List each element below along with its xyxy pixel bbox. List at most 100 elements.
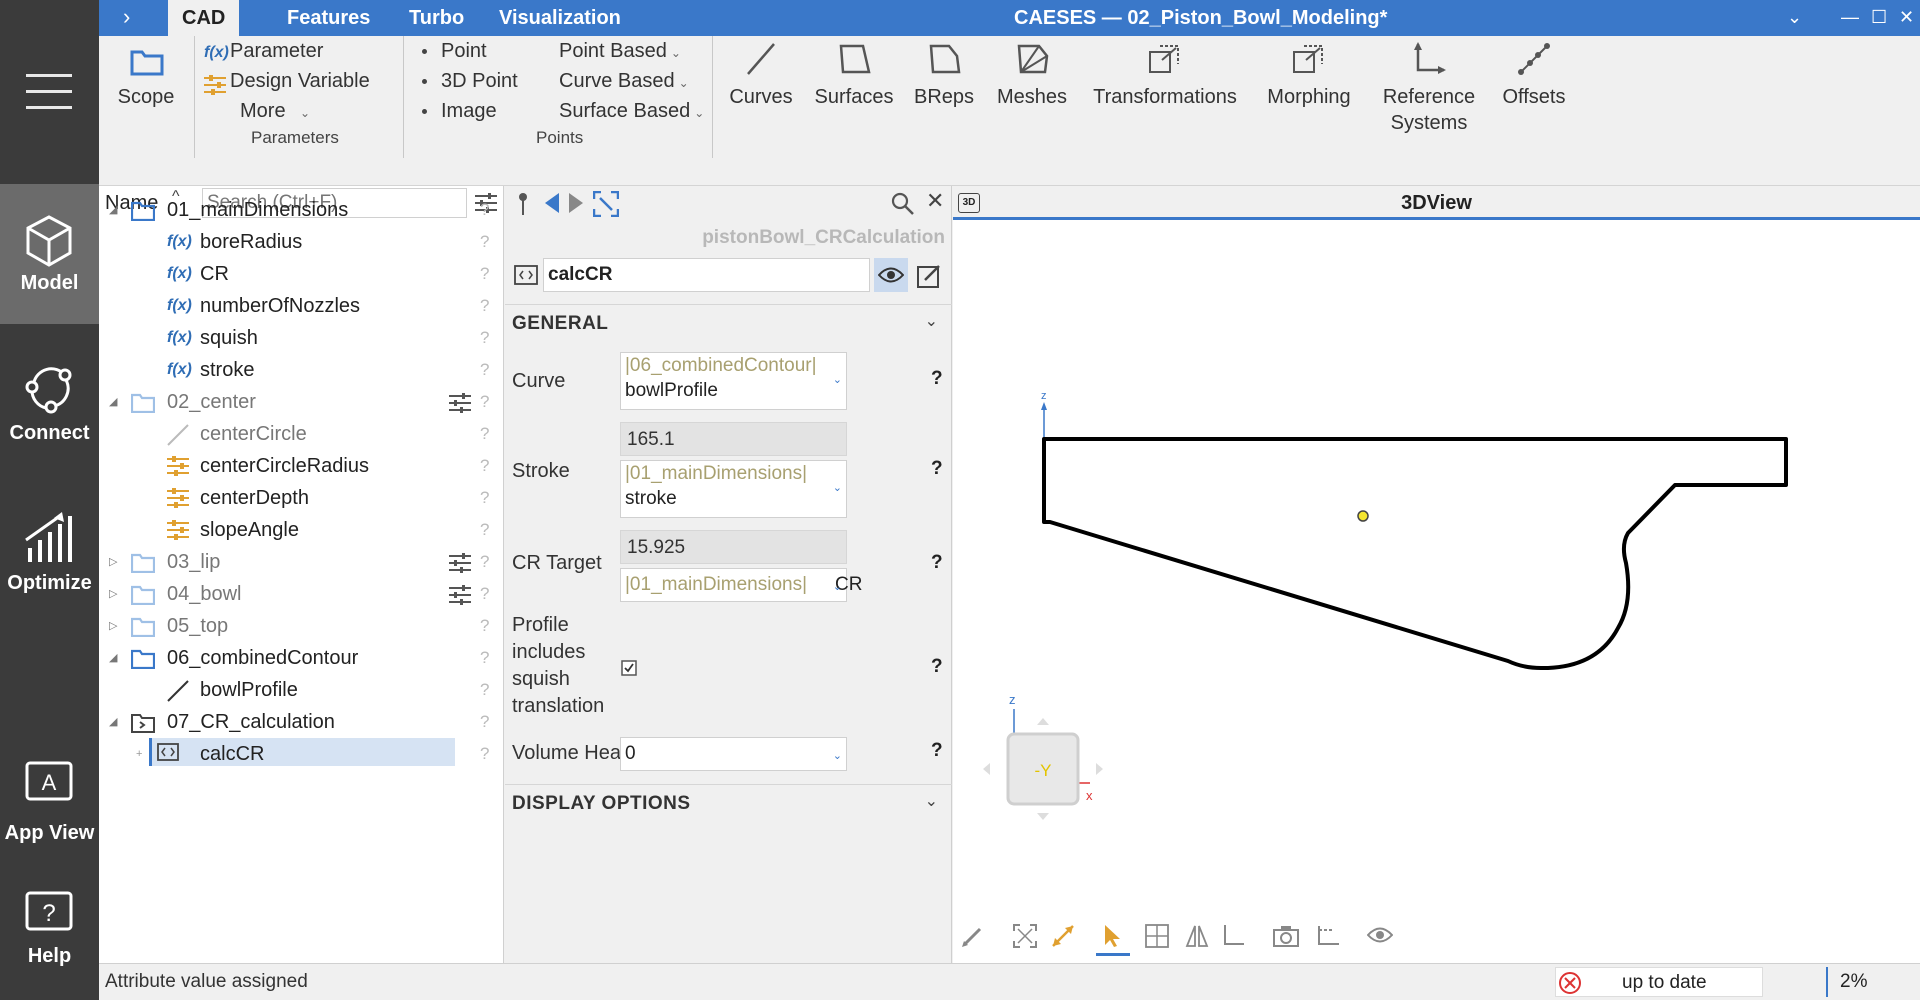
help-question-icon[interactable]: ? xyxy=(931,656,943,678)
stroke-field[interactable]: |01_mainDimensions| stroke ⌄ xyxy=(620,460,847,518)
expand-chevron-icon[interactable]: › xyxy=(123,4,130,30)
surface-based-button[interactable]: Surface Based ⌄ xyxy=(559,100,704,123)
squish-checkbox[interactable] xyxy=(621,660,637,676)
bowl-profile-curve[interactable] xyxy=(1042,437,1788,670)
point-3d-button[interactable]: 3D Point xyxy=(422,70,518,93)
rail-item-app-view[interactable]: A App View xyxy=(0,730,99,870)
help-question-icon[interactable]: ? xyxy=(480,706,489,738)
surfaces-button[interactable]: Surfaces xyxy=(809,40,899,124)
collapse-toggle-icon[interactable]: ◢ xyxy=(109,194,117,226)
image-button[interactable]: Image xyxy=(422,100,497,123)
volume-head-input[interactable]: 0 ⌄ xyxy=(620,737,847,771)
tab-visualization[interactable]: Visualization xyxy=(485,0,635,36)
forward-arrow-icon[interactable] xyxy=(567,192,585,214)
design-variable-settings-icon[interactable] xyxy=(449,552,471,574)
help-question-icon[interactable]: ? xyxy=(480,578,489,610)
parameter-button[interactable]: f(x) Parameter xyxy=(204,40,374,70)
camera-icon[interactable] xyxy=(1273,924,1299,948)
collapse-toggle-icon[interactable]: ◢ xyxy=(109,386,117,418)
display-options-section-header[interactable]: DISPLAY OPTIONS ⌄ xyxy=(505,784,952,820)
help-question-icon[interactable]: ? xyxy=(480,642,489,674)
tree-row-folder[interactable]: ◢ 02_center ? xyxy=(99,386,504,418)
help-question-icon[interactable]: ? xyxy=(480,386,489,418)
dropdown-arrow-icon[interactable]: ⌄ xyxy=(833,740,842,772)
more-button[interactable]: More ⌄ xyxy=(240,100,330,130)
tree-row-parameter[interactable]: f(x) numberOfNozzles ? xyxy=(99,290,504,322)
tree-row-feature-folder[interactable]: ◢ 07_CR_calculation ? xyxy=(99,706,504,738)
offsets-button[interactable]: Offsets xyxy=(1494,40,1574,124)
scope-button[interactable]: Scope xyxy=(111,42,181,122)
help-question-icon[interactable]: ? xyxy=(480,322,489,354)
back-arrow-icon[interactable] xyxy=(543,192,561,214)
point-based-button[interactable]: Point Based ⌄ xyxy=(559,40,681,63)
help-question-icon[interactable]: ? xyxy=(480,354,489,386)
tree-row-design-variable[interactable]: centerCircleRadius ? xyxy=(99,450,504,482)
help-question-icon[interactable]: ? xyxy=(480,418,489,450)
coordinate-system-icon[interactable] xyxy=(1315,924,1341,948)
tree-row-curve[interactable]: centerCircle ? xyxy=(99,418,504,450)
select-mode-button[interactable] xyxy=(1096,916,1130,956)
tree-row-folder[interactable]: ▷ 03_lip ? xyxy=(99,546,504,578)
design-variable-settings-icon[interactable] xyxy=(449,392,471,414)
tree-row-design-variable[interactable]: slopeAngle ? xyxy=(99,514,504,546)
curve-field[interactable]: |06_combinedContour| bowlProfile ⌄ xyxy=(620,352,847,410)
tab-cad[interactable]: CAD xyxy=(168,0,240,36)
object-name-input[interactable]: calcCR xyxy=(543,258,870,292)
nav-down-arrow-icon[interactable] xyxy=(1037,813,1049,820)
rail-item-help[interactable]: ? Help xyxy=(0,870,99,1000)
edit-icon[interactable] xyxy=(917,264,941,288)
maximize-icon[interactable]: ☐ xyxy=(1871,0,1887,34)
curves-button[interactable]: Curves xyxy=(721,40,801,124)
tree-row-parameter[interactable]: f(x) squish ? xyxy=(99,322,504,354)
rail-item-model[interactable]: Model xyxy=(0,184,99,324)
collapse-chevron-icon[interactable]: ⌄ xyxy=(1787,0,1802,34)
tree-row-folder[interactable]: ▷ 05_top ? xyxy=(99,610,504,642)
nav-up-arrow-icon[interactable] xyxy=(1037,718,1049,725)
expand-toggle-icon[interactable]: ▷ xyxy=(109,546,117,578)
dropdown-arrow-icon[interactable]: ⌄ xyxy=(833,373,842,386)
reference-systems-button[interactable]: Reference Systems xyxy=(1374,40,1484,150)
tab-turbo[interactable]: Turbo xyxy=(395,0,478,36)
close-icon[interactable]: ✕ xyxy=(926,188,944,214)
tree-row-parameter[interactable]: f(x) CR ? xyxy=(99,258,504,290)
tree-row-parameter[interactable]: f(x) boreRadius ? xyxy=(99,226,504,258)
tab-features[interactable]: Features xyxy=(273,0,384,36)
breps-button[interactable]: BReps xyxy=(909,40,979,124)
tree-row-curve[interactable]: bowlProfile ? xyxy=(99,674,504,706)
help-question-icon[interactable]: ? xyxy=(480,546,489,578)
tree-row-parameter[interactable]: f(x) stroke ? xyxy=(99,354,504,386)
zoom-selection-icon[interactable] xyxy=(1051,924,1075,948)
help-question-icon[interactable]: ? xyxy=(480,738,489,770)
collapse-toggle-icon[interactable]: ◢ xyxy=(109,706,117,738)
update-status[interactable]: up to date xyxy=(1555,967,1763,997)
help-question-icon[interactable]: ? xyxy=(480,610,489,642)
help-question-icon[interactable]: ? xyxy=(480,450,489,482)
tree-row-feature-selected[interactable]: + calcCR ? xyxy=(99,738,504,770)
tree-row-design-variable[interactable]: centerDepth ? xyxy=(99,482,504,514)
curve-based-button[interactable]: Curve Based ⌄ xyxy=(559,70,689,93)
transformations-button[interactable]: Transformations xyxy=(1085,40,1245,124)
rail-item-optimize[interactable]: Optimize xyxy=(0,484,99,624)
general-section-header[interactable]: GENERAL ⌄ xyxy=(505,304,952,340)
rail-item-connect[interactable]: Connect xyxy=(0,334,99,474)
dropdown-arrow-icon[interactable]: ⌄ xyxy=(833,571,842,603)
expand-toggle-icon[interactable]: ▷ xyxy=(109,610,117,642)
hamburger-menu-icon[interactable] xyxy=(26,74,72,110)
minimize-icon[interactable]: — xyxy=(1841,0,1859,34)
help-question-icon[interactable]: ? xyxy=(480,482,489,514)
dropdown-arrow-icon[interactable]: ⌄ xyxy=(833,481,842,494)
mirror-icon[interactable] xyxy=(1185,924,1209,948)
visibility-eye-icon[interactable] xyxy=(1367,926,1393,944)
close-icon[interactable]: ✕ xyxy=(1899,0,1914,34)
help-question-icon[interactable]: ? xyxy=(480,194,489,226)
search-icon[interactable] xyxy=(891,192,915,216)
point-button[interactable]: Point xyxy=(422,40,487,63)
tree-row-folder[interactable]: ◢ 06_combinedContour ? xyxy=(99,642,504,674)
pencil-icon[interactable] xyxy=(961,924,985,948)
cr-target-field[interactable]: |01_mainDimensions| CR ⌄ xyxy=(620,568,862,603)
design-variable-button[interactable]: Design Variable xyxy=(204,70,384,100)
focus-icon[interactable] xyxy=(593,191,619,217)
nav-right-arrow-icon[interactable] xyxy=(1096,763,1103,775)
help-question-icon[interactable]: ? xyxy=(931,552,943,574)
expand-toggle-icon[interactable]: ▷ xyxy=(109,578,117,610)
